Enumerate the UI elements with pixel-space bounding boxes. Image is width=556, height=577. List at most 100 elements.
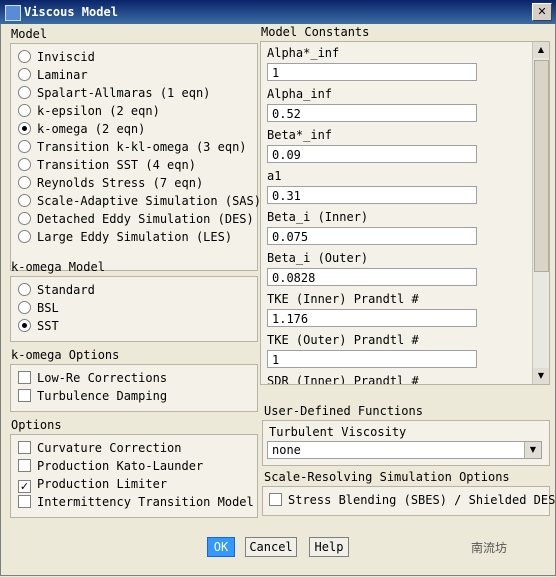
options-section-title: Options <box>11 418 62 432</box>
option-label: k-omega (2 eqn) <box>37 122 146 136</box>
stress-blending-checkbox[interactable]: Stress Blending (SBES) / Shielded DES <box>269 491 555 509</box>
production-kato-launder-checkbox[interactable]: Production Kato-Launder <box>18 457 203 475</box>
a1-input[interactable]: 0.31 <box>267 186 477 204</box>
radio-icon <box>18 194 31 207</box>
tke-inner-prandtl-input[interactable]: 1.176 <box>267 309 477 327</box>
close-button[interactable]: ✕ <box>532 3 552 21</box>
radio-selected-icon <box>18 122 31 135</box>
model-option-inviscid[interactable]: Inviscid <box>18 48 95 66</box>
model-option-k-omega[interactable]: k-omega (2 eqn) <box>18 120 145 138</box>
constants-scrollbar[interactable]: ▲ ▼ <box>532 42 549 384</box>
select-value: none <box>272 443 301 457</box>
dialog-body: Model Inviscid Laminar Spalart-Allmaras … <box>0 24 556 576</box>
constant-label: Beta*_inf <box>267 128 333 142</box>
help-button[interactable]: Help <box>309 537 349 557</box>
option-label: k-epsilon (2 eqn) <box>37 104 160 118</box>
production-limiter-checkbox[interactable]: ✓ Production Limiter <box>18 475 167 493</box>
komega-options-group: Low-Re Corrections Turbulence Damping <box>10 364 258 412</box>
model-option-sas[interactable]: Scale-Adaptive Simulation (SAS) <box>18 192 261 210</box>
option-label: Scale-Adaptive Simulation (SAS) <box>37 194 261 208</box>
radio-icon <box>18 50 31 63</box>
checkbox-icon <box>18 495 31 508</box>
option-label: Large Eddy Simulation (LES) <box>37 230 233 244</box>
option-label: Production Limiter <box>37 477 168 491</box>
constant-label: SDR (Inner) Prandtl # <box>267 374 419 385</box>
ok-button[interactable]: OK <box>207 537 235 557</box>
option-label: BSL <box>37 301 59 315</box>
option-label: Spalart-Allmaras (1 eqn) <box>37 86 211 100</box>
constant-label: Alpha_inf <box>267 87 333 101</box>
option-label: Intermittency Transition Model <box>37 495 254 509</box>
scroll-up-icon[interactable]: ▲ <box>533 42 549 58</box>
model-option-des[interactable]: Detached Eddy Simulation (DES) <box>18 210 254 228</box>
option-label: Turbulence Damping <box>37 389 168 403</box>
model-option-les[interactable]: Large Eddy Simulation (LES) <box>18 228 232 246</box>
model-option-laminar[interactable]: Laminar <box>18 66 88 84</box>
low-re-corrections-checkbox[interactable]: Low-Re Corrections <box>18 369 167 387</box>
option-label: Inviscid <box>37 50 95 64</box>
model-option-spalart-allmaras[interactable]: Spalart-Allmaras (1 eqn) <box>18 84 210 102</box>
watermark-text: 南流坊 <box>471 541 508 555</box>
model-option-transition-k-kl-omega[interactable]: Transition k-kl-omega (3 eqn) <box>18 138 247 156</box>
model-constants-panel: Alpha*_inf 1 Alpha_inf 0.52 Beta*_inf 0.… <box>260 41 550 385</box>
option-label: Stress Blending (SBES) / Shielded DES <box>288 493 556 507</box>
beta-i-inner-input[interactable]: 0.075 <box>267 227 477 245</box>
radio-icon <box>18 104 31 117</box>
radio-icon <box>18 301 31 314</box>
app-icon <box>5 5 21 21</box>
curvature-correction-checkbox[interactable]: Curvature Correction <box>18 439 182 457</box>
radio-icon <box>18 86 31 99</box>
alpha-inf-input[interactable]: 0.52 <box>267 104 477 122</box>
turbulence-damping-checkbox[interactable]: Turbulence Damping <box>18 387 167 405</box>
model-constants-section-title: Model Constants <box>261 25 370 39</box>
komega-model-section-title: k-omega Model <box>11 260 105 274</box>
komega-option-sst[interactable]: SST <box>18 317 59 335</box>
tke-outer-prandtl-input[interactable]: 1 <box>267 350 477 368</box>
intermittency-transition-checkbox[interactable]: Intermittency Transition Model <box>18 493 254 511</box>
option-label: Reynolds Stress (7 eqn) <box>37 176 204 190</box>
option-label: Curvature Correction <box>37 441 182 455</box>
srs-section-title: Scale-Resolving Simulation Options <box>264 470 510 484</box>
model-option-reynolds-stress[interactable]: Reynolds Stress (7 eqn) <box>18 174 203 192</box>
option-label: Standard <box>37 283 95 297</box>
cancel-button[interactable]: Cancel <box>245 537 297 557</box>
radio-icon <box>18 176 31 189</box>
checkbox-icon <box>18 459 31 472</box>
turbulent-viscosity-label: Turbulent Viscosity <box>269 425 407 439</box>
option-label: SST <box>37 319 59 333</box>
radio-icon <box>18 68 31 81</box>
model-option-transition-sst[interactable]: Transition SST (4 eqn) <box>18 156 196 174</box>
beta-star-inf-input[interactable]: 0.09 <box>267 145 477 163</box>
constant-label: TKE (Outer) Prandtl # <box>267 333 419 347</box>
option-label: Laminar <box>37 68 88 82</box>
srs-group: Stress Blending (SBES) / Shielded DES <box>262 486 555 516</box>
model-option-k-epsilon[interactable]: k-epsilon (2 eqn) <box>18 102 160 120</box>
radio-selected-icon <box>18 319 31 332</box>
radio-icon <box>18 230 31 243</box>
udf-section-title: User-Defined Functions <box>264 404 423 418</box>
radio-icon <box>18 212 31 225</box>
turbulent-viscosity-select[interactable]: none ▼ <box>267 441 542 459</box>
option-label: Transition k-kl-omega (3 eqn) <box>37 140 247 154</box>
option-label: Transition SST (4 eqn) <box>37 158 196 172</box>
checkbox-icon <box>18 389 31 402</box>
komega-option-bsl[interactable]: BSL <box>18 299 59 317</box>
constant-label: a1 <box>267 169 282 183</box>
title-bar: Viscous Model ✕ <box>0 0 556 24</box>
checkbox-icon <box>269 493 282 506</box>
checkbox-icon <box>18 371 31 384</box>
alpha-star-inf-input[interactable]: 1 <box>267 63 477 81</box>
options-group: Curvature Correction Production Kato-Lau… <box>10 434 258 518</box>
check-mark-icon: ✓ <box>18 480 31 493</box>
beta-i-outer-input[interactable]: 0.0828 <box>267 268 477 286</box>
model-group: Inviscid Laminar Spalart-Allmaras (1 eqn… <box>10 43 261 271</box>
model-section-title: Model <box>11 27 48 41</box>
chevron-down-icon[interactable]: ▼ <box>524 442 541 458</box>
radio-icon <box>18 140 31 153</box>
scroll-thumb[interactable] <box>534 60 549 272</box>
komega-option-standard[interactable]: Standard <box>18 281 95 299</box>
komega-options-section-title: k-omega Options <box>11 348 120 362</box>
scroll-down-icon[interactable]: ▼ <box>533 368 549 384</box>
radio-icon <box>18 158 31 171</box>
option-label: Detached Eddy Simulation (DES) <box>37 212 254 226</box>
